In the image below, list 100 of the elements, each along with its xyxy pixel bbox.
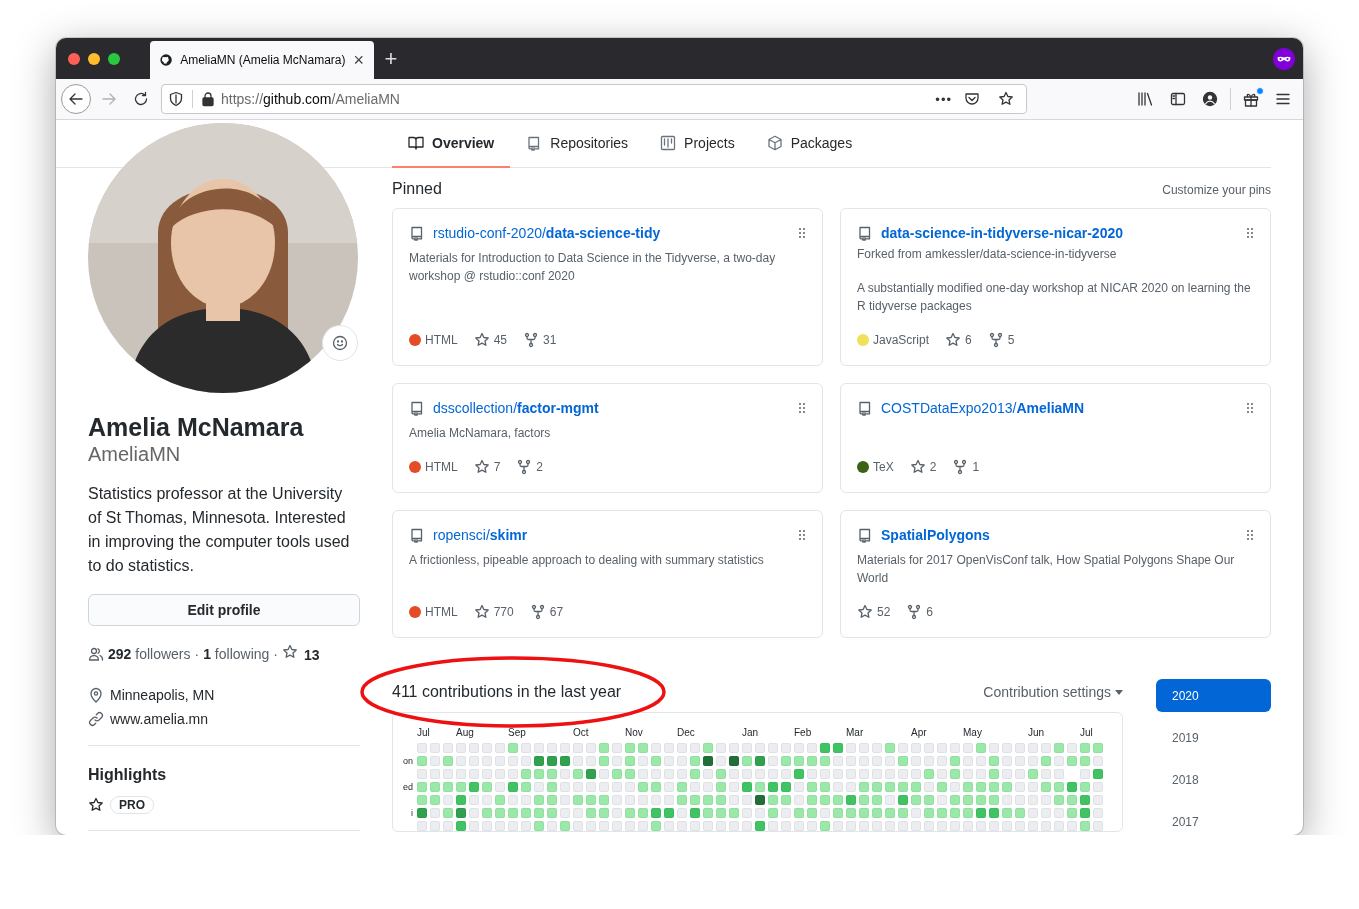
- drag-handle-icon[interactable]: [798, 402, 806, 414]
- star-icon: [88, 797, 104, 813]
- forks-count[interactable]: 67: [529, 603, 564, 621]
- language-label: HTML: [425, 332, 458, 349]
- close-window-button[interactable]: [68, 52, 80, 65]
- address-bar[interactable]: https://github.com/AmeliaMN •••: [161, 84, 1027, 114]
- repository-link[interactable]: dsscollection/factor-mgmt: [433, 400, 790, 416]
- highlights-heading: Highlights: [88, 766, 168, 784]
- month-label: Apr: [911, 727, 928, 739]
- repository-link[interactable]: rstudio-conf-2020/data-science-tidy: [433, 225, 790, 241]
- forks-count[interactable]: 1: [952, 458, 980, 476]
- profile-name: Amelia McNamara: [88, 412, 305, 442]
- followers-link[interactable]: 292 followers: [108, 645, 191, 662]
- repo-icon: [857, 527, 873, 543]
- year-link[interactable]: 2017: [1156, 805, 1271, 835]
- people-icon: [88, 645, 104, 662]
- forks-count[interactable]: 5: [987, 331, 1015, 349]
- nav-tab[interactable]: Packages: [750, 120, 869, 168]
- mask-icon: [1273, 47, 1295, 70]
- repo-icon: [409, 225, 425, 241]
- customize-pins-link[interactable]: Customize your pins: [1162, 183, 1271, 197]
- star-icon: [282, 644, 298, 660]
- circle-logo-icon: [160, 52, 173, 68]
- location-text: Minneapolis, MN: [110, 687, 215, 703]
- month-label: Mar: [846, 727, 865, 739]
- stars-link[interactable]: 13: [282, 644, 320, 663]
- edit-profile-button[interactable]: Edit profile: [88, 594, 360, 626]
- fork-icon: [523, 332, 540, 348]
- weekday-label: on: [402, 756, 413, 766]
- stars-count[interactable]: 7: [473, 458, 501, 476]
- repository-link[interactable]: SpatialPolygons: [881, 527, 1238, 543]
- year-link[interactable]: 2019: [1156, 721, 1271, 754]
- stars-count[interactable]: 52: [857, 603, 891, 621]
- menu-icon[interactable]: [1275, 91, 1291, 107]
- month-label: May: [963, 727, 983, 739]
- month-label: Jul: [1080, 727, 1094, 739]
- repository-description: A substantially modified one-day workshop at NICAR 2020 on learning the R tidyverse packages: [857, 280, 1252, 315]
- back-button[interactable]: [61, 84, 91, 114]
- star-icon: [473, 604, 490, 620]
- browser-tab[interactable]: AmeliaMN (Amelia McNamara) ×: [150, 41, 374, 79]
- close-tab-button[interactable]: ×: [353, 51, 364, 69]
- book-icon: [408, 135, 424, 151]
- nav-tab[interactable]: Repositories: [510, 120, 645, 168]
- reload-icon: [133, 91, 149, 107]
- repository-description: A frictionless, pipeable approach to dealing with summary statistics: [409, 552, 765, 569]
- drag-handle-icon[interactable]: [798, 529, 806, 541]
- url-text[interactable]: https://github.com/AmeliaMN: [221, 91, 930, 107]
- star-icon: [857, 604, 873, 620]
- contributions-summary: 411 contributions in the last year: [392, 683, 622, 701]
- language-label: JavaScript: [873, 332, 930, 349]
- smiley-icon: [332, 335, 348, 351]
- forks-count[interactable]: 6: [906, 603, 934, 621]
- year-link[interactable]: 2020: [1156, 679, 1271, 712]
- month-label: Aug: [456, 727, 475, 739]
- sidebar-icon[interactable]: [1170, 91, 1186, 107]
- repo-icon: [857, 225, 873, 241]
- forks-count[interactable]: 2: [516, 458, 544, 476]
- forked-from-text: Forked from amkessler/data-science-in-tidyverse: [857, 246, 1118, 263]
- contribution-settings-dropdown[interactable]: Contribution settings: [983, 684, 1123, 700]
- nav-tab[interactable]: Projects: [644, 120, 751, 168]
- star-icon: [473, 332, 490, 348]
- forward-arrow-icon: [101, 91, 117, 107]
- pocket-icon[interactable]: [964, 91, 980, 107]
- year-link[interactable]: 2018: [1156, 763, 1271, 796]
- new-tab-button[interactable]: +: [374, 38, 408, 79]
- following-link[interactable]: 1 following: [203, 645, 270, 662]
- website-link[interactable]: www.amelia.mn: [110, 711, 209, 727]
- repository-description: Materials for Introduction to Data Science in the Tidyverse, a two-day workshop @ rstudio::conf 2020: [409, 250, 777, 285]
- star-icon: [945, 332, 962, 348]
- repository-link[interactable]: ropensci/skimr: [433, 527, 790, 543]
- stars-count[interactable]: 2: [909, 458, 937, 476]
- nav-tab[interactable]: Overview: [392, 120, 511, 168]
- month-label: Dec: [677, 727, 696, 739]
- drag-handle-icon[interactable]: [1246, 529, 1254, 541]
- drag-handle-icon[interactable]: [1246, 402, 1254, 414]
- set-status-button[interactable]: [322, 325, 358, 361]
- account-icon[interactable]: [1202, 91, 1218, 107]
- month-label: Sep: [508, 727, 527, 739]
- link-icon: [88, 711, 104, 727]
- stars-count[interactable]: 45: [473, 331, 508, 349]
- forks-count[interactable]: 31: [523, 331, 557, 349]
- page-actions-button[interactable]: •••: [935, 91, 952, 107]
- star-icon[interactable]: [998, 91, 1014, 107]
- library-icon[interactable]: [1137, 91, 1155, 107]
- shield-icon[interactable]: [168, 91, 184, 107]
- profile-bio: Statistics professor at the University of St Thomas, Minnesota. Interested in improving the computer tools used to do statistics.: [88, 484, 351, 576]
- back-arrow-icon: [68, 91, 84, 107]
- month-label: Feb: [794, 727, 813, 739]
- stars-count[interactable]: 6: [945, 331, 972, 349]
- repository-link[interactable]: data-science-in-tidyverse-nicar-2020: [881, 225, 1238, 241]
- repository-link[interactable]: COSTDataExpo2013/AmeliaMN: [881, 400, 1238, 416]
- location-pin-icon: [88, 687, 104, 703]
- stars-count[interactable]: 770: [473, 603, 514, 621]
- fork-icon: [529, 604, 546, 620]
- month-label: Jun: [1028, 727, 1046, 739]
- drag-handle-icon[interactable]: [798, 227, 806, 239]
- minimize-window-button[interactable]: [88, 52, 100, 65]
- separator-dot: ·: [194, 645, 200, 662]
- drag-handle-icon[interactable]: [1246, 227, 1254, 239]
- zoom-window-button[interactable]: [108, 52, 120, 65]
